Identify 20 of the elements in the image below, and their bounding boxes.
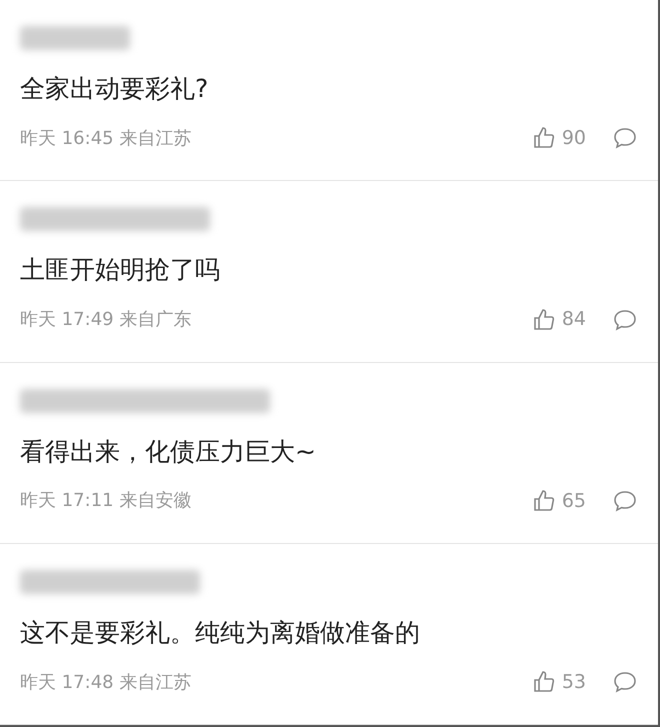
like-count: 65 <box>562 488 586 514</box>
comment-bubble-icon[interactable] <box>612 488 638 513</box>
like-count: 84 <box>562 307 586 332</box>
comment-bubble-icon[interactable] <box>612 308 638 332</box>
comment-text: 看得出来，化债压力巨大~ <box>20 436 317 468</box>
comment-bubble-icon[interactable] <box>612 670 638 694</box>
thumbs-up-icon[interactable] <box>532 126 556 150</box>
thumbs-up-icon[interactable] <box>532 308 556 332</box>
comment-meta: 昨天 16:45 来自江苏 <box>20 126 192 151</box>
like-count: 90 <box>562 126 586 151</box>
thumbs-up-icon[interactable] <box>532 488 556 513</box>
comment-text: 土匪开始明抢了吗 <box>20 254 221 286</box>
comment-bubble-icon[interactable] <box>612 126 638 150</box>
like-count: 53 <box>562 670 586 695</box>
comment-meta: 昨天 17:48 来自江苏 <box>20 670 192 694</box>
comment-text: 这不是要彩礼。纯纯为离婚做准备的 <box>20 616 421 649</box>
comment-meta: 昨天 17:49 来自广东 <box>20 308 192 332</box>
comment-text: 全家出动要彩礼? <box>20 73 210 105</box>
comment-meta: 昨天 17:11 来自安徽 <box>20 489 192 514</box>
thumbs-up-icon[interactable] <box>532 670 556 694</box>
